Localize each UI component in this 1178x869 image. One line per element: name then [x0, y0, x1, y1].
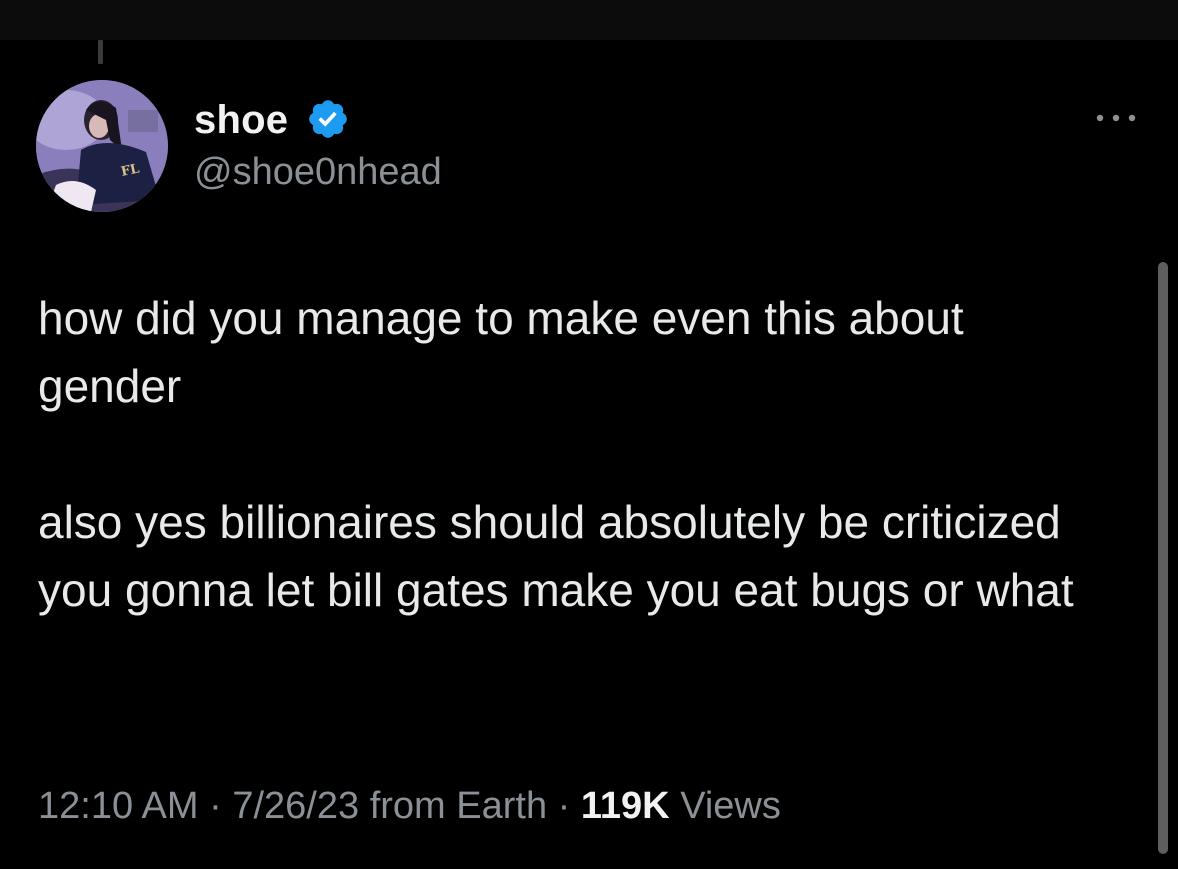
- tweet-time[interactable]: 12:10 AM: [38, 785, 199, 827]
- avatar[interactable]: FL: [36, 80, 168, 212]
- top-bar: [0, 0, 1178, 40]
- meta-separator: ·: [198, 785, 233, 827]
- scrollbar[interactable]: [1158, 262, 1168, 854]
- more-options-icon[interactable]: [1092, 108, 1140, 128]
- views-label[interactable]: Views: [680, 785, 781, 827]
- tweet-metadata: 12:10 AM · 7/26/23 from Earth · 119K Vie…: [38, 780, 781, 832]
- avatar-photo: FL: [36, 80, 168, 212]
- verified-badge-icon: [309, 100, 347, 138]
- user-handle[interactable]: @shoe0nhead: [194, 148, 442, 196]
- meta-separator: ·: [547, 785, 581, 827]
- tweet-text: how did you manage to make even this abo…: [38, 284, 1118, 624]
- tweet-source: from Earth: [369, 785, 548, 827]
- thread-connector-line: [98, 40, 103, 64]
- tweet-paragraph: how did you manage to make even this abo…: [38, 292, 977, 412]
- views-count[interactable]: 119K: [581, 785, 670, 827]
- tweet-date[interactable]: 7/26/23: [232, 785, 359, 827]
- display-name[interactable]: shoe: [194, 96, 288, 144]
- tweet-paragraph: also yes billionaires should absolutely …: [38, 496, 1074, 616]
